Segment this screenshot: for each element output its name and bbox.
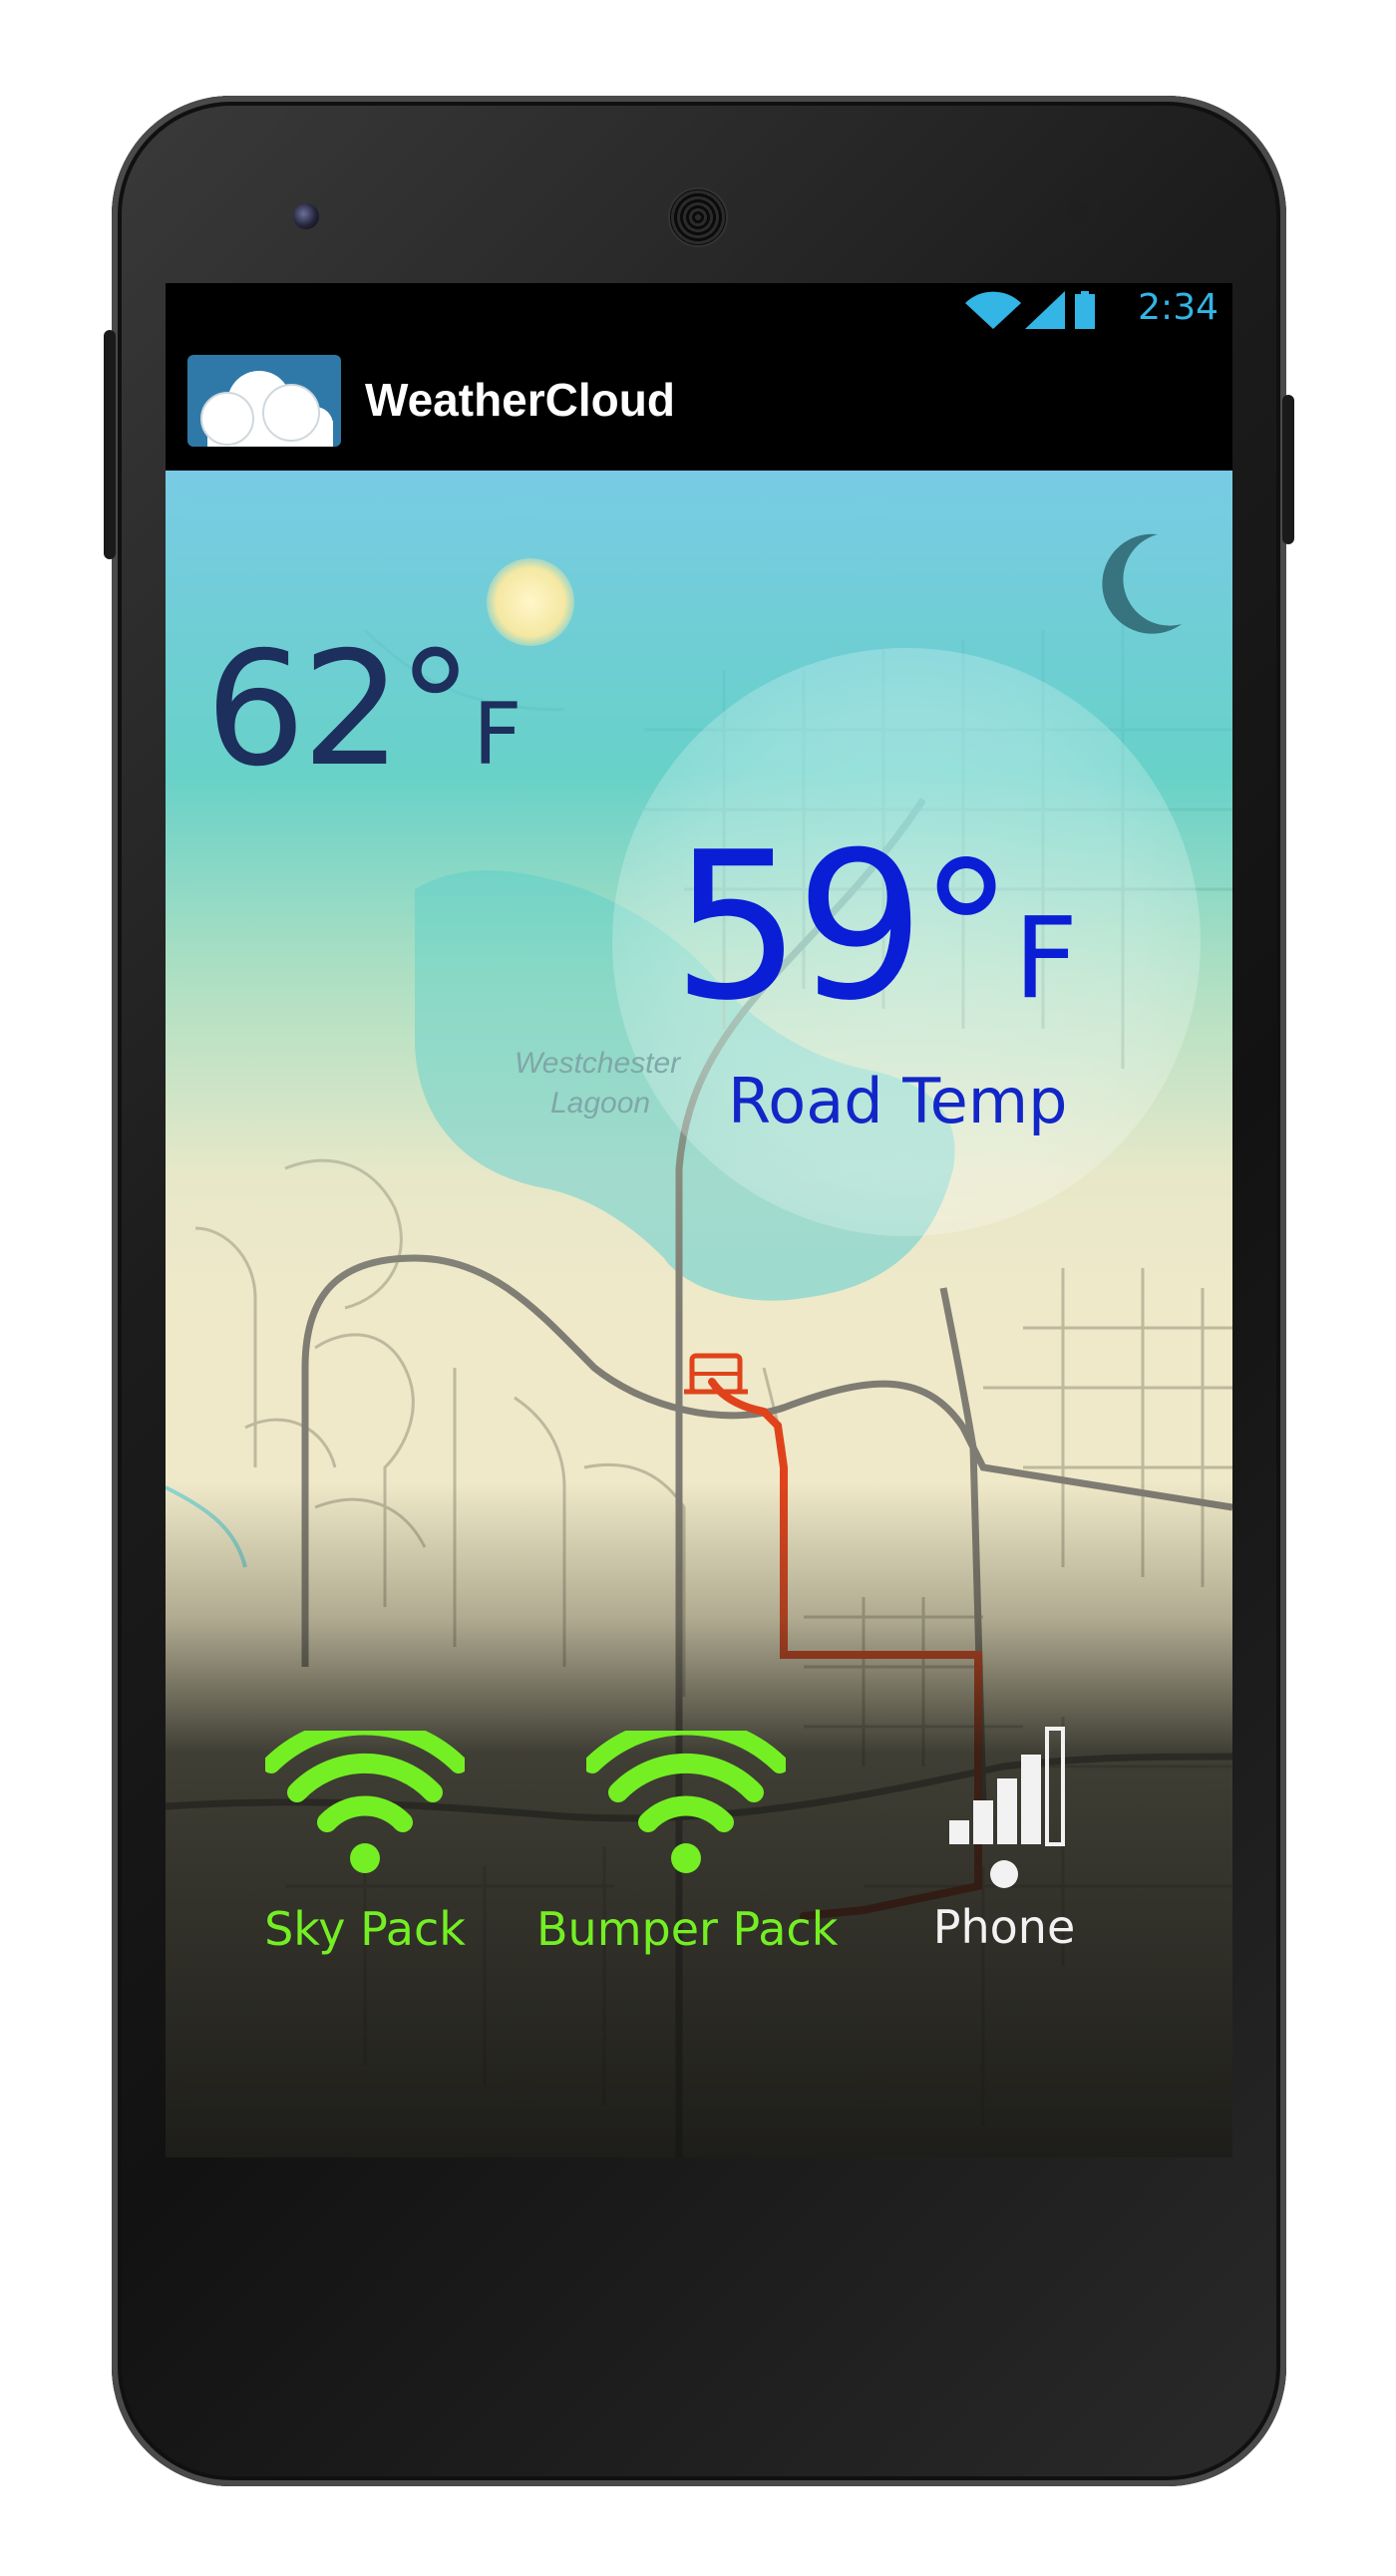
earpiece-speaker [668,187,728,247]
battery-icon [1075,291,1095,329]
bumper-pack-label: Bumper Pack [536,1902,839,1956]
status-icons [963,289,1123,329]
road-temperature-value: 59 [672,809,925,1046]
screen: 2:34 WeatherCloud Westchester Lagoon 62°… [166,283,1232,2157]
sky-pack-status[interactable]: Sky Pack [215,1731,515,1956]
map-place-label: Lagoon [550,1087,650,1121]
creek-water [166,1485,247,1568]
air-degree-symbol: ° [398,620,474,794]
map-place-label-line1: Westchester [515,1047,681,1080]
air-temperature-value: 62 [205,618,402,802]
wifi-icon [965,291,1021,329]
signal-strength-icon [949,1727,1065,1888]
signal-icon [1025,291,1065,329]
bumper-pack-status[interactable]: Bumper Pack [536,1731,839,1956]
app-bar: WeatherCloud [166,333,1232,471]
status-bar: 2:34 [166,283,1232,333]
air-temperature-unit: F [473,685,523,785]
power-button [1282,395,1294,544]
map-place-label: Westchester [515,1047,680,1081]
wifi-icon [265,1731,465,1873]
phone-frame: 2:34 WeatherCloud Westchester Lagoon 62°… [104,96,1294,2486]
road-temp-label: Road Temp [728,1065,1068,1137]
road-temperature: 59°F [672,809,1078,1046]
app-title: WeatherCloud [365,374,675,426]
air-temperature: 62°F [205,618,523,802]
cloud-logo-icon[interactable] [187,355,341,447]
road-degree-symbol: ° [918,821,1014,1042]
map-place-label-line2: Lagoon [550,1087,651,1120]
proximity-sensor [1067,201,1089,223]
sky-pack-label: Sky Pack [264,1902,466,1956]
moon-icon [1102,533,1182,634]
map-view[interactable]: Westchester Lagoon 62°F 59°F Road Temp S… [166,471,1232,2157]
wifi-icon [586,1731,786,1873]
light-sensor [1099,201,1121,223]
status-time: 2:34 [1138,287,1219,328]
road-temperature-unit: F [1013,894,1079,1024]
volume-button [104,330,116,559]
phone-label: Phone [932,1900,1076,1954]
front-camera [293,203,319,229]
phone-status[interactable]: Phone [840,1715,1139,1954]
